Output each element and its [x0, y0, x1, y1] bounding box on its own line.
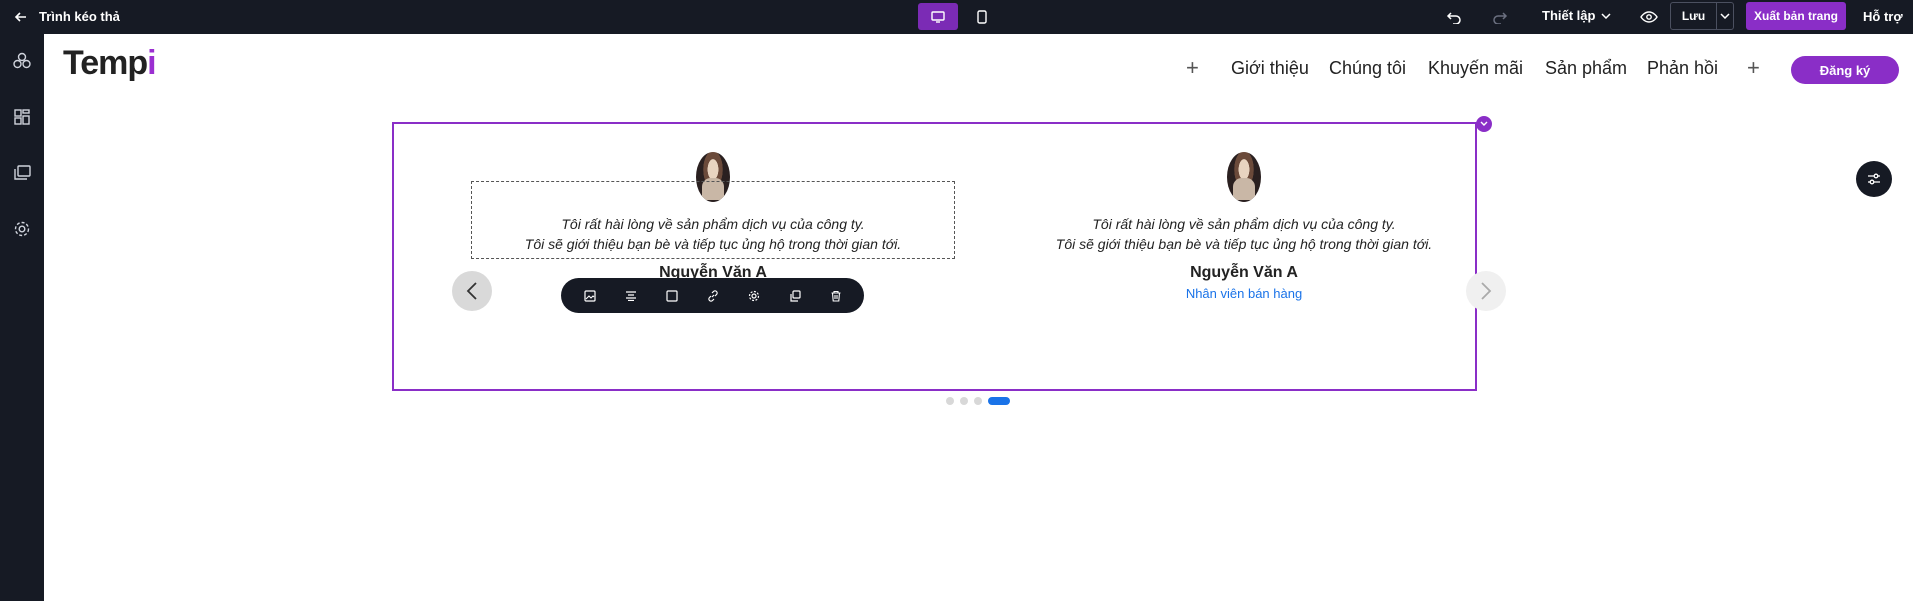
mobile-view-button[interactable] [962, 3, 1002, 30]
testimonial-quote: Tôi rất hài lòng về sản phẩm dịch vụ của… [1009, 214, 1479, 254]
carousel-next-button[interactable] [1466, 271, 1506, 311]
carousel-dot[interactable] [960, 397, 968, 405]
nav-link-san-pham[interactable]: Sản phẩm [1545, 58, 1627, 79]
chevron-down-icon [1601, 12, 1611, 19]
nav-add-before-button[interactable]: + [1186, 57, 1199, 79]
link-icon[interactable] [702, 285, 724, 307]
nav-link-phan-hoi[interactable]: Phản hồi [1647, 58, 1718, 79]
nav-add-after-button[interactable]: + [1747, 57, 1760, 79]
section-settings-sliders-icon[interactable] [1856, 161, 1892, 197]
save-button-group: Lưu [1670, 2, 1734, 30]
customer-name: Nguyễn Văn A [1190, 264, 1298, 281]
avatar[interactable] [1227, 152, 1261, 202]
publish-button[interactable]: Xuất bản trang [1746, 2, 1846, 30]
undo-icon[interactable] [1445, 8, 1463, 26]
redo-icon[interactable] [1491, 8, 1509, 26]
desktop-view-button[interactable] [918, 3, 958, 30]
carousel-pagination [946, 397, 1010, 405]
signup-button[interactable]: Đăng ký [1791, 56, 1899, 84]
components-icon[interactable] [11, 106, 33, 128]
customer-role: Nhân viên bán hàng [1185, 286, 1303, 301]
settings-gear-icon[interactable] [743, 285, 765, 307]
chevron-down-icon [1720, 13, 1730, 19]
back-arrow-icon[interactable] [12, 8, 30, 26]
quote-line: Tôi rất hài lòng về sản phẩm dịch vụ của… [1092, 216, 1396, 232]
chevron-right-icon [1481, 282, 1492, 300]
site-logo[interactable]: Tempi [63, 44, 157, 83]
carousel-prev-button[interactable] [452, 271, 492, 311]
nav-link-khuyen-mai[interactable]: Khuyến mãi [1428, 58, 1523, 79]
setup-label: Thiết lập [1542, 8, 1596, 23]
layers-icon[interactable] [11, 50, 33, 72]
carousel-dot-active[interactable] [988, 397, 1010, 405]
selected-image-outline[interactable] [471, 181, 955, 259]
left-sidebar [0, 34, 44, 601]
align-icon[interactable] [620, 285, 642, 307]
image-icon[interactable] [579, 285, 601, 307]
nav-link-chung-toi[interactable]: Chúng tôi [1329, 58, 1406, 79]
element-toolbar [561, 278, 864, 313]
nav-link-gioi-thieu[interactable]: Giới thiệu [1231, 58, 1309, 79]
quote-line: Tôi sẽ giới thiệu bạn bè và tiếp tục ủng… [1055, 236, 1433, 252]
settings-gear-icon[interactable] [11, 218, 33, 240]
setup-dropdown[interactable]: Thiết lập [1542, 8, 1611, 23]
top-bar: Trình kéo thả Thiết lập Lưu Xuất bản tra… [0, 0, 1913, 34]
mobile-icon [977, 9, 987, 24]
duplicate-icon[interactable] [784, 285, 806, 307]
logo-accent: i [147, 44, 157, 82]
editor-title: Trình kéo thả [39, 9, 120, 24]
help-link[interactable]: Hỗ trợ [1863, 9, 1903, 24]
section-handle-chevron-icon[interactable] [1476, 116, 1492, 132]
save-button[interactable]: Lưu [1671, 3, 1717, 29]
chevron-left-icon [466, 282, 477, 300]
border-box-icon[interactable] [661, 285, 683, 307]
carousel-dot[interactable] [974, 397, 982, 405]
desktop-icon [931, 10, 945, 23]
logo-text: Temp [63, 44, 148, 82]
carousel-dot[interactable] [946, 397, 954, 405]
testimonial-card-2: Tôi rất hài lòng về sản phẩm dịch vụ của… [1009, 152, 1479, 301]
preview-eye-icon[interactable] [1640, 8, 1658, 26]
trash-icon[interactable] [825, 285, 847, 307]
save-options-button[interactable] [1717, 3, 1733, 29]
pages-icon[interactable] [11, 162, 33, 184]
